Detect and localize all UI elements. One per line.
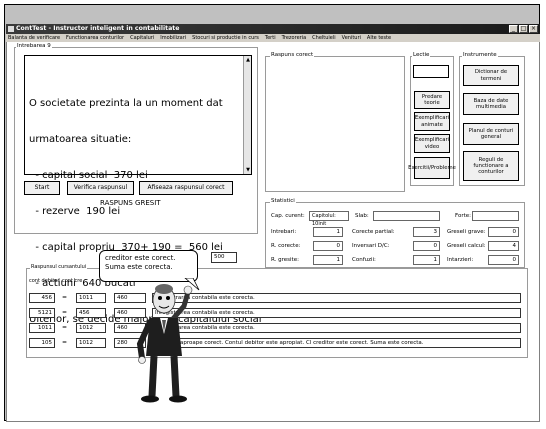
slab-input[interactable] — [373, 211, 440, 221]
greseli-calcul-label: Greseli calcul: — [447, 243, 486, 249]
row4-eq: = — [62, 339, 68, 346]
intrebari-label: Intrebari: — [271, 229, 297, 235]
menu-item-capitaluri[interactable]: Capitaluri — [130, 34, 154, 42]
corecte-partial-label: Corecte partial: — [352, 229, 395, 235]
correct-answer-group — [265, 56, 405, 192]
menu-item-terti[interactable]: Terti — [265, 34, 276, 42]
predare-teorie-button[interactable]: Predare teorie — [414, 91, 450, 109]
window-controls: _ □ × — [509, 25, 538, 33]
maximize-button[interactable]: □ — [519, 25, 528, 33]
result-text: RASPUNS GRESIT — [100, 199, 161, 207]
show-answer-button[interactable]: Afiseaza raspunsul corect — [139, 181, 233, 195]
row3-eq: = — [62, 324, 68, 331]
correct-answer-label: Raspuns corect — [270, 52, 315, 58]
assistant-character-icon — [136, 284, 193, 403]
row1-message: Inregistrarea contabila este corecta. — [152, 293, 521, 303]
verify-button[interactable]: Verifica raspunsul — [67, 181, 134, 195]
menu-item-imobilizari[interactable]: Imobilizari — [160, 34, 186, 42]
question-scrollbar[interactable]: ▲ ▼ — [243, 56, 251, 174]
menu-item-cheltuieli[interactable]: Cheltuieli — [312, 34, 336, 42]
inversari-value: 0 — [413, 241, 440, 251]
forte-label: Forte: — [455, 213, 471, 219]
r-corecte-value: 0 — [313, 241, 343, 251]
confuzii-label: Confuzii: — [352, 257, 376, 263]
window-title: ContTest - Instructor inteligent in cont… — [16, 25, 180, 32]
close-button[interactable]: × — [529, 25, 538, 33]
intarzieri-value: 0 — [488, 255, 519, 265]
lectie-input[interactable] — [413, 65, 449, 78]
intarzieri-label: Intarzieri: — [447, 257, 474, 263]
menu-item-stocuri[interactable]: Stocuri si productie in curs — [192, 34, 259, 42]
row3-credit[interactable]: 1012 — [76, 323, 106, 333]
question-textbox[interactable]: O societate prezinta la un moment dat ur… — [24, 55, 262, 325]
menu-item-balanta[interactable]: Balanta de verificare — [8, 34, 60, 42]
greseli-calcul-value: 4 — [488, 241, 519, 251]
menu-item-functionarea[interactable]: Functionarea conturilor — [66, 34, 124, 42]
stats-label: Statistici — [270, 198, 296, 204]
row4-message: Raspuns aproape corect. Contul debitor e… — [152, 338, 521, 348]
title-bar: ContTest - Instructor inteligent in cont… — [6, 24, 540, 34]
menu-item-trezoreria[interactable]: Trezoreria — [282, 34, 307, 42]
row2-message: Inregistrarea contabila este corecta. — [152, 308, 521, 318]
greseli-grave-label: Greseli grave: — [447, 229, 486, 235]
scroll-down-icon[interactable]: ▼ — [245, 167, 251, 173]
dictionary-button[interactable]: Dictionar de termeni — [463, 65, 519, 86]
exemplificari-animate-button[interactable]: Exemplificari animate — [414, 112, 450, 131]
row1-credit[interactable]: 1011 — [76, 293, 106, 303]
greseli-grave-value: 0 — [488, 227, 519, 237]
multimedia-button[interactable]: Baza de date multimedia — [463, 93, 519, 115]
plan-conturi-button[interactable]: Planul de conturi general — [463, 123, 519, 145]
start-button[interactable]: Start — [24, 181, 60, 195]
cap-input[interactable]: Capitolul: 10init — [309, 211, 349, 227]
cap-label: Cap. curent: — [271, 213, 305, 219]
menu-item-alte-teste[interactable]: Alte teste — [367, 34, 391, 42]
scroll-up-icon[interactable]: ▲ — [245, 57, 251, 63]
slab-label: Slab: — [355, 213, 369, 219]
menu-item-venituri[interactable]: Venituri — [342, 34, 361, 42]
row4-credit[interactable]: 1012 — [76, 338, 106, 348]
answer-label: Raspunsul cursantului — [30, 264, 88, 270]
minimize-button[interactable]: _ — [509, 25, 518, 33]
row1-eq: = — [62, 294, 68, 301]
lectie-label: Lectie — [412, 52, 431, 58]
row2-credit[interactable]: 456 — [76, 308, 106, 318]
extra-sum-input[interactable]: 500 — [211, 252, 237, 263]
corecte-partial-value: 3 — [413, 227, 440, 237]
exemplificari-video-button[interactable]: Exemplificari video — [414, 134, 450, 153]
col-debit-header: cont debitor — [29, 278, 60, 284]
row3-debit[interactable]: 1011 — [29, 323, 55, 333]
exercitii-button[interactable]: Exercitii/Probleme — [408, 157, 456, 179]
instruments-label: Instrumente — [462, 52, 498, 58]
r-gresite-value: 1 — [313, 255, 343, 265]
menu-bar: Balanta de verificare Functionarea contu… — [6, 34, 540, 42]
row4-debit[interactable]: 105 — [29, 338, 55, 348]
forte-input[interactable] — [472, 211, 519, 221]
row1-debit[interactable]: 456 — [29, 293, 55, 303]
bubble-text: creditor este corect. Suma este corecta. — [105, 254, 176, 272]
question-label: Intrebarea 9 — [16, 43, 52, 49]
r-corecte-label: R. corecte: — [271, 243, 301, 249]
row2-eq: = — [62, 309, 68, 316]
inversari-label: Inversari D/C: — [352, 243, 390, 249]
row2-debit[interactable]: 5121 — [29, 308, 55, 318]
intrebari-value: 1 — [313, 227, 343, 237]
confuzii-value: 1 — [413, 255, 440, 265]
app-icon — [8, 26, 14, 32]
reguli-button[interactable]: Reguli de functionare a conturilor — [463, 151, 519, 181]
row3-message: Inregistrarea contabila este corecta. — [152, 323, 521, 333]
col-credit-header: cont cre — [62, 278, 83, 284]
r-gresite-label: R. gresite: — [271, 257, 299, 263]
